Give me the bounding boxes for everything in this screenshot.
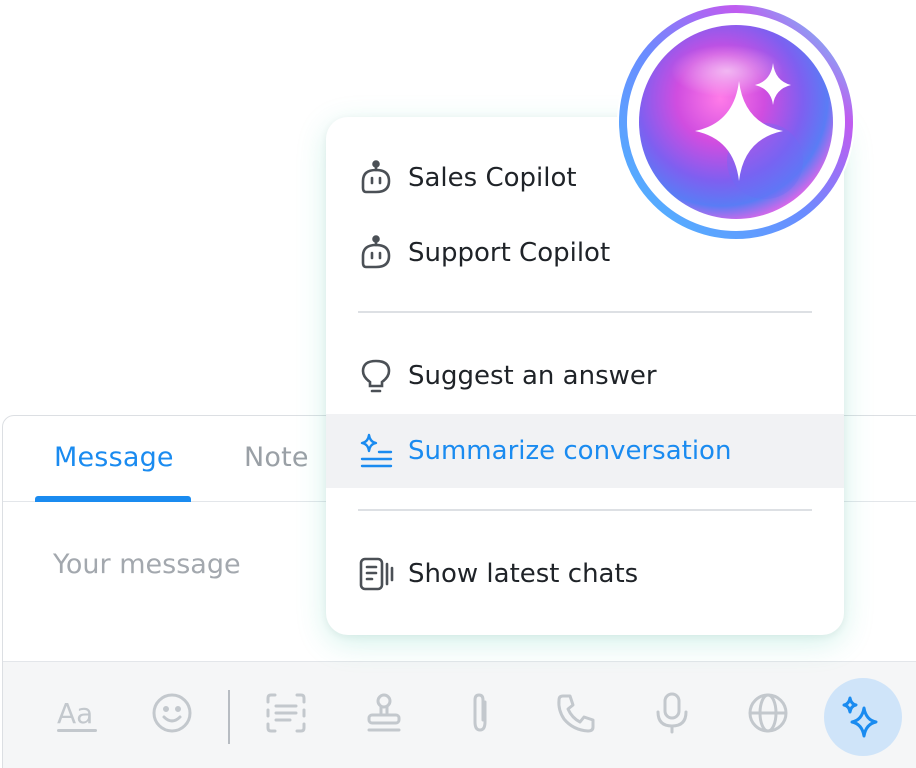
toolbar-separator	[228, 690, 230, 744]
robot-icon	[358, 235, 394, 271]
menu-item-label: Support Copilot	[408, 238, 611, 268]
menu-item-label: Sales Copilot	[408, 163, 577, 193]
phone-icon[interactable]	[548, 685, 604, 741]
globe-icon[interactable]	[740, 685, 796, 741]
chat-history-icon	[358, 556, 394, 592]
ai-assistant-button[interactable]	[824, 678, 902, 756]
text-format-icon[interactable]: Aa	[49, 685, 105, 741]
stamp-icon[interactable]	[356, 685, 412, 741]
svg-text:Aa: Aa	[57, 697, 93, 730]
microphone-icon[interactable]	[644, 685, 700, 741]
tab-message[interactable]: Message	[54, 442, 174, 473]
emoji-icon[interactable]	[144, 685, 200, 741]
composer-toolbar: Aa	[3, 661, 916, 768]
menu-divider	[358, 311, 812, 313]
tab-note[interactable]: Note	[244, 442, 309, 473]
robot-icon	[358, 160, 394, 196]
menu-divider	[358, 509, 812, 511]
menu-item-label: Suggest an answer	[408, 361, 657, 391]
canned-response-icon[interactable]	[258, 685, 314, 741]
menu-item-show-latest-chats[interactable]: Show latest chats	[326, 537, 844, 611]
sparkle-lines-icon	[358, 433, 394, 469]
lightbulb-icon	[358, 358, 394, 394]
active-tab-indicator	[35, 496, 191, 502]
menu-item-label: Summarize conversation	[408, 436, 732, 466]
sparkle-icon	[842, 696, 878, 738]
ai-orb-icon	[615, 1, 857, 243]
attachment-icon[interactable]	[452, 685, 508, 741]
menu-item-suggest-answer[interactable]: Suggest an answer	[326, 339, 844, 413]
menu-item-summarize-conversation[interactable]: Summarize conversation	[326, 414, 844, 488]
menu-item-label: Show latest chats	[408, 559, 639, 589]
